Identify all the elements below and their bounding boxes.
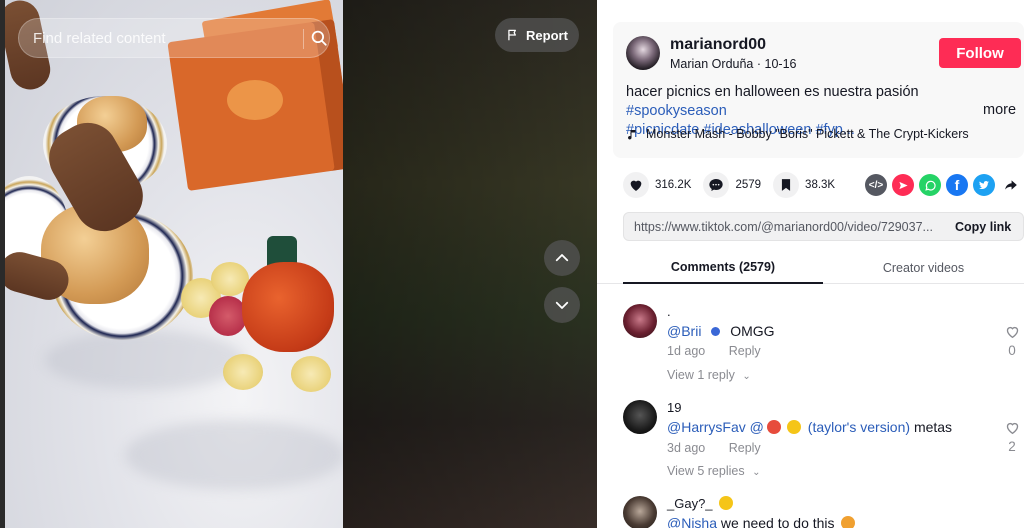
candle — [291, 356, 331, 392]
emoji-icon — [841, 516, 856, 528]
search-bar[interactable] — [18, 18, 330, 58]
video-player[interactable]: Report — [0, 0, 597, 528]
comment-mention[interactable]: @HarrysFav — [667, 419, 746, 435]
like-button[interactable]: 316.2K — [623, 172, 691, 198]
subline-separator: · — [756, 57, 765, 71]
caption-text: hacer picnics en halloween es nuestra pa… — [626, 84, 919, 100]
comment-body: metas — [913, 419, 953, 435]
comment-mention-version[interactable]: (taylor's version) — [808, 419, 910, 435]
comment-mention[interactable]: @Brii — [667, 323, 701, 339]
commenter-avatar[interactable] — [623, 400, 657, 434]
share-arrow-icon[interactable] — [1000, 174, 1022, 196]
music-note-icon — [628, 129, 636, 139]
tiktok-video-page: Report marianord00 Marian Orduña · 10-16… — [0, 0, 1024, 528]
video-link-url[interactable]: https://www.tiktok.com/@marianord00/vide… — [634, 220, 944, 234]
comment-meta: 1d ago Reply — [667, 344, 761, 358]
jack-o-lantern-print — [227, 80, 283, 120]
caption-more-button[interactable]: more — [983, 102, 1016, 118]
comment-like-button[interactable] — [1002, 420, 1022, 439]
save-count: 38.3K — [805, 179, 836, 191]
author-avatar[interactable] — [626, 36, 660, 70]
comment-body: we need to do this — [720, 515, 835, 528]
comment-like-count: 0 — [1008, 343, 1016, 358]
heart-icon — [630, 180, 642, 191]
author-display-name: Marian Orduña — [670, 57, 754, 71]
chevron-down-icon: ⌄ — [742, 371, 751, 382]
comment-mention[interactable]: @Nisha — [667, 515, 717, 528]
comment-mention-at[interactable]: @ — [750, 419, 764, 435]
embed-icon[interactable]: </> — [865, 174, 887, 196]
search-button[interactable] — [307, 19, 331, 57]
comment-button[interactable]: 2579 — [703, 172, 761, 198]
share-icons: </> f — [865, 174, 1022, 196]
reply-button[interactable]: Reply — [729, 344, 761, 358]
hashtag-link[interactable]: #spookyseason — [626, 103, 727, 119]
emoji-icon — [766, 420, 781, 434]
chevron-down-icon — [555, 301, 569, 309]
comment-icon — [709, 179, 724, 191]
flag-icon — [508, 29, 517, 41]
emoji-icon — [719, 496, 734, 510]
commenter-name[interactable]: 19 — [667, 400, 681, 415]
comment-text: @Brii OMGG — [667, 323, 775, 339]
comment-time: 1d ago — [667, 344, 706, 358]
post-date: 10-16 — [764, 57, 797, 71]
emoji-icon — [786, 420, 801, 434]
view-replies-label: View 5 replies — [667, 464, 745, 478]
engagement-stats: 316.2K 2579 38.3K — [623, 172, 847, 198]
view-replies-button[interactable]: View 5 replies ⌄ — [667, 464, 760, 478]
author-username[interactable]: marianord00 — [670, 36, 766, 54]
search-divider — [303, 29, 304, 49]
twitter-icon[interactable] — [973, 174, 995, 196]
report-button[interactable]: Report — [495, 18, 579, 52]
comment-like-button[interactable] — [1002, 324, 1022, 343]
pumpkin-candle — [242, 262, 334, 352]
send-icon[interactable] — [892, 174, 914, 196]
commenter-name[interactable]: . — [667, 304, 671, 319]
follow-button[interactable]: Follow — [939, 38, 1021, 68]
commenter-name-row: _Gay?_ — [667, 496, 736, 511]
music-title: Monster Mash - Bobby "Boris" Pickett & T… — [646, 127, 969, 141]
facebook-icon[interactable]: f — [946, 174, 968, 196]
bookmark-icon — [781, 179, 791, 191]
tab-comments[interactable]: Comments (2579) — [623, 252, 823, 284]
search-input[interactable] — [33, 19, 293, 57]
heart-outline-icon — [1006, 422, 1018, 435]
comment-count: 2579 — [735, 179, 762, 191]
comment-body: OMGG — [730, 323, 775, 339]
reply-button[interactable]: Reply — [729, 441, 761, 455]
video-info-card: marianord00 Marian Orduña · 10-16 Follow… — [613, 22, 1024, 158]
emoji-icon — [711, 327, 721, 336]
details-panel: marianord00 Marian Orduña · 10-16 Follow… — [597, 0, 1024, 528]
commenter-name[interactable]: _Gay?_ — [667, 496, 713, 511]
commenter-avatar[interactable] — [623, 304, 657, 338]
comment-text: @HarrysFav @ (taylor's version) metas — [667, 419, 952, 435]
tab-creator-videos[interactable]: Creator videos — [823, 252, 1024, 284]
video-frame[interactable] — [5, 0, 343, 528]
comment-meta: 3d ago Reply — [667, 441, 761, 455]
candle — [223, 354, 263, 390]
save-button[interactable]: 38.3K — [773, 172, 835, 198]
previous-video-button[interactable] — [544, 240, 580, 276]
heart-outline-icon — [1006, 326, 1018, 339]
comment-time: 3d ago — [667, 441, 706, 455]
whatsapp-icon[interactable] — [919, 174, 941, 196]
report-label: Report — [526, 27, 568, 43]
comment-like-count: 2 — [1008, 439, 1016, 454]
music-link[interactable]: Monster Mash - Bobby "Boris" Pickett & T… — [626, 127, 969, 141]
commenter-avatar[interactable] — [623, 496, 657, 528]
comment-text: @Nisha we need to do this — [667, 515, 858, 528]
panel-tabs: Comments (2579) Creator videos — [597, 252, 1024, 284]
video-link-box: https://www.tiktok.com/@marianord00/vide… — [623, 212, 1024, 241]
copy-link-button[interactable]: Copy link — [955, 220, 1011, 234]
chevron-up-icon — [555, 254, 569, 262]
chevron-down-icon: ⌄ — [752, 467, 761, 478]
view-replies-button[interactable]: View 1 reply ⌄ — [667, 368, 751, 382]
author-subline: Marian Orduña · 10-16 — [670, 57, 796, 71]
view-replies-label: View 1 reply — [667, 368, 735, 382]
next-video-button[interactable] — [544, 287, 580, 323]
search-icon — [311, 30, 327, 46]
like-count: 316.2K — [655, 179, 692, 191]
